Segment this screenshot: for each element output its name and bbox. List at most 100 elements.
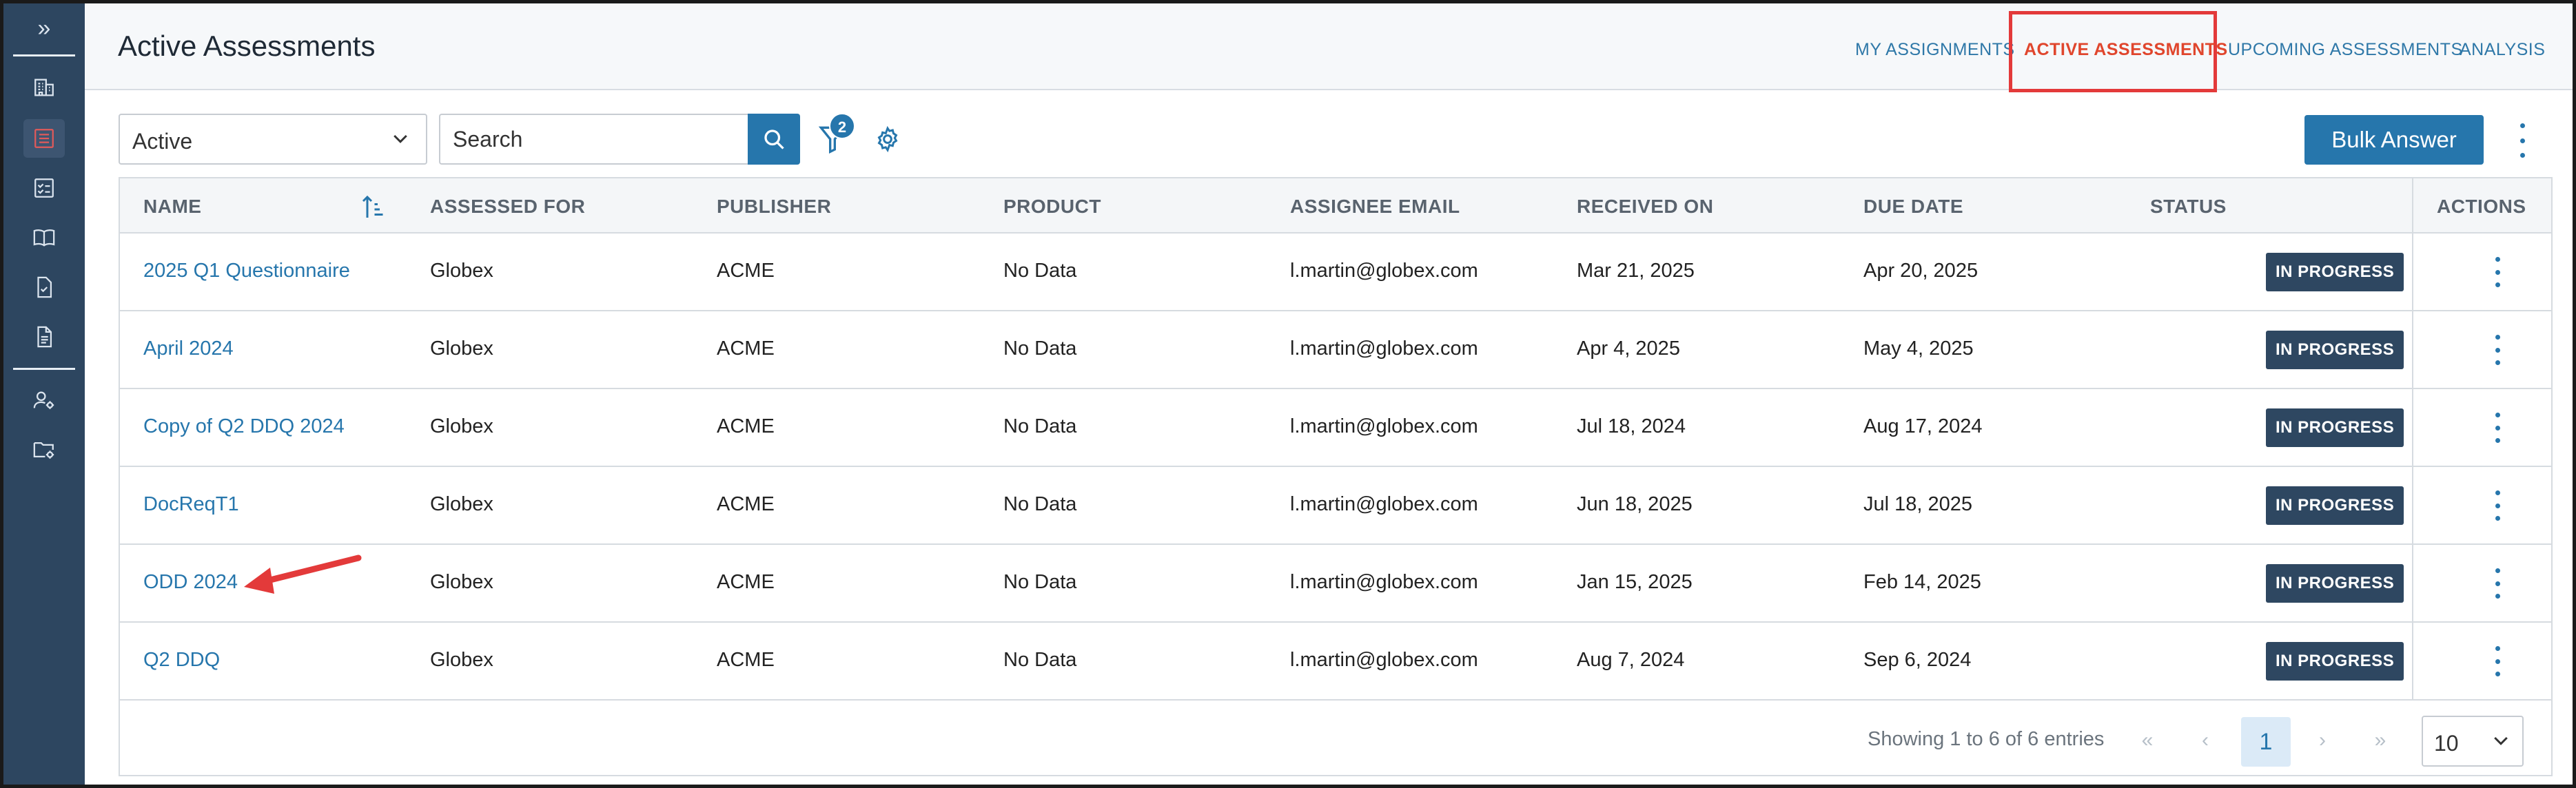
row-actions-button[interactable]	[2491, 568, 2504, 599]
page-1-button[interactable]: 1	[2241, 717, 2291, 767]
column-header-actions: ACTIONS	[2437, 196, 2526, 217]
tab-active-assessments[interactable]: ACTIVE ASSESSMENTS	[2024, 40, 2228, 60]
page-size-select[interactable]: 10	[2422, 716, 2524, 767]
received-on-cell: Jan 15, 2025	[1577, 571, 1693, 593]
row-actions-button[interactable]	[2491, 335, 2504, 365]
due-date-cell: Apr 20, 2025	[1863, 260, 1979, 282]
building-icon	[34, 79, 54, 96]
product-cell: No Data	[1003, 649, 1077, 671]
status-badge: IN PROGRESS	[2266, 253, 2404, 291]
tab-upcoming-assessments[interactable]: UPCOMING ASSESSMENTS	[2228, 40, 2463, 60]
product-cell: No Data	[1003, 260, 1077, 282]
search-field[interactable]	[439, 114, 749, 165]
column-header-name[interactable]: NAME	[143, 196, 201, 218]
bulk-answer-button[interactable]: Bulk Answer	[2304, 115, 2484, 165]
publisher-cell: ACME	[717, 260, 775, 282]
page-size-value: 10	[2434, 731, 2459, 756]
search-input[interactable]	[440, 115, 749, 163]
assessed-for-cell: Globex	[430, 493, 493, 515]
due-date-cell: Feb 14, 2025	[1863, 571, 1981, 593]
more-options-button[interactable]	[2514, 121, 2531, 160]
next-page-button[interactable]: ›	[2302, 721, 2343, 763]
table-header: NAME ASSESSED FOR PUBLISHER PRODUCT ASSI…	[120, 178, 2551, 234]
status-badge: IN PROGRESS	[2266, 331, 2404, 369]
annotation-arrow-icon	[244, 554, 362, 594]
row-actions-button[interactable]	[2491, 413, 2504, 443]
assignee-email-cell: l.martin@globex.com	[1290, 338, 1478, 360]
status-select[interactable]: Active	[119, 114, 427, 165]
assignee-email-cell: l.martin@globex.com	[1290, 415, 1478, 437]
received-on-cell: Apr 4, 2025	[1577, 338, 1680, 360]
table-row: Q2 DDQ Globex ACME No Data l.martin@glob…	[120, 623, 2551, 701]
assignee-email-cell: l.martin@globex.com	[1290, 571, 1478, 593]
sidebar-item-building[interactable]	[23, 68, 65, 107]
assessment-name-link[interactable]: 2025 Q1 Questionnaire	[143, 260, 350, 282]
assessment-name-link[interactable]: Q2 DDQ	[143, 649, 220, 672]
sidebar-expand-button[interactable]: »	[3, 14, 85, 42]
due-date-cell: Jul 18, 2025	[1863, 493, 1973, 515]
publisher-cell: ACME	[717, 338, 775, 360]
tab-my-assignments[interactable]: MY ASSIGNMENTS	[1855, 40, 2015, 60]
column-header-assignee-email[interactable]: ASSIGNEE EMAIL	[1290, 196, 1460, 218]
received-on-cell: Aug 7, 2024	[1577, 649, 1685, 671]
sort-ascending-icon[interactable]	[361, 194, 386, 221]
assessed-for-cell: Globex	[430, 415, 493, 437]
sidebar-item-document[interactable]	[23, 318, 65, 356]
previous-page-button[interactable]: ‹	[2185, 721, 2226, 763]
entries-summary: Showing 1 to 6 of 6 entries	[1868, 728, 2105, 750]
checklist-icon	[34, 178, 54, 198]
assignee-email-cell: l.martin@globex.com	[1290, 649, 1478, 671]
row-actions-button[interactable]	[2491, 490, 2504, 521]
sidebar-divider	[13, 368, 75, 370]
status-badge: IN PROGRESS	[2266, 642, 2404, 681]
status-select-value: Active	[132, 129, 193, 154]
assessment-name-link[interactable]: DocReqT1	[143, 493, 239, 516]
sidebar-item-checklist[interactable]	[23, 169, 65, 207]
sidebar-item-folder-settings[interactable]	[23, 431, 65, 469]
status-badge: IN PROGRESS	[2266, 408, 2404, 447]
table-row: ODD 2024 Globex ACME No Data l.martin@gl…	[120, 545, 2551, 623]
column-header-assessed-for[interactable]: ASSESSED FOR	[430, 196, 585, 218]
gear-icon[interactable]	[874, 125, 901, 153]
sidebar-item-user-settings[interactable]	[23, 381, 65, 419]
sidebar-item-assessments[interactable]	[23, 119, 65, 158]
assessment-name-link[interactable]: April 2024	[143, 338, 234, 360]
chevron-down-icon	[393, 134, 407, 143]
table-row: April 2024 Globex ACME No Data l.martin@…	[120, 311, 2551, 389]
row-actions-button[interactable]	[2491, 646, 2504, 676]
column-header-publisher[interactable]: PUBLISHER	[717, 196, 831, 218]
folder-settings-icon	[33, 442, 54, 459]
assessed-for-cell: Globex	[430, 649, 493, 671]
assessed-for-cell: Globex	[430, 338, 493, 360]
document-check-icon	[37, 276, 52, 298]
table-row: 2025 Q1 Questionnaire Globex ACME No Dat…	[120, 234, 2551, 311]
tab-analysis[interactable]: ANALYSIS	[2460, 40, 2545, 60]
status-badge: IN PROGRESS	[2266, 564, 2404, 603]
search-button[interactable]	[748, 114, 800, 165]
table-row: Copy of Q2 DDQ 2024 Globex ACME No Data …	[120, 389, 2551, 467]
user-settings-icon	[33, 391, 54, 409]
filter-count-badge: 2	[829, 113, 855, 139]
assessment-list-icon	[34, 129, 54, 148]
column-header-received-on[interactable]: RECEIVED ON	[1577, 196, 1713, 218]
assessment-name-link[interactable]: Copy of Q2 DDQ 2024	[143, 415, 345, 438]
search-icon	[764, 129, 784, 149]
column-header-due-date[interactable]: DUE DATE	[1863, 196, 1963, 218]
book-icon	[33, 229, 55, 247]
row-actions-button[interactable]	[2491, 257, 2504, 287]
assessment-name-link[interactable]: ODD 2024	[143, 571, 238, 594]
received-on-cell: Jun 18, 2025	[1577, 493, 1693, 515]
publisher-cell: ACME	[717, 649, 775, 671]
column-header-status[interactable]: STATUS	[2150, 196, 2227, 218]
product-cell: No Data	[1003, 493, 1077, 515]
column-header-product[interactable]: PRODUCT	[1003, 196, 1101, 218]
sidebar-item-library[interactable]	[23, 218, 65, 257]
chevron-down-icon	[2494, 736, 2508, 745]
due-date-cell: Aug 17, 2024	[1863, 415, 1983, 437]
assessed-for-cell: Globex	[430, 571, 493, 593]
sidebar-item-document-check[interactable]	[23, 268, 65, 307]
first-page-button[interactable]: «	[2127, 721, 2168, 763]
assessments-table: NAME ASSESSED FOR PUBLISHER PRODUCT ASSI…	[119, 177, 2553, 776]
table-row: DocReqT1 Globex ACME No Data l.martin@gl…	[120, 467, 2551, 545]
last-page-button[interactable]: »	[2360, 721, 2401, 763]
